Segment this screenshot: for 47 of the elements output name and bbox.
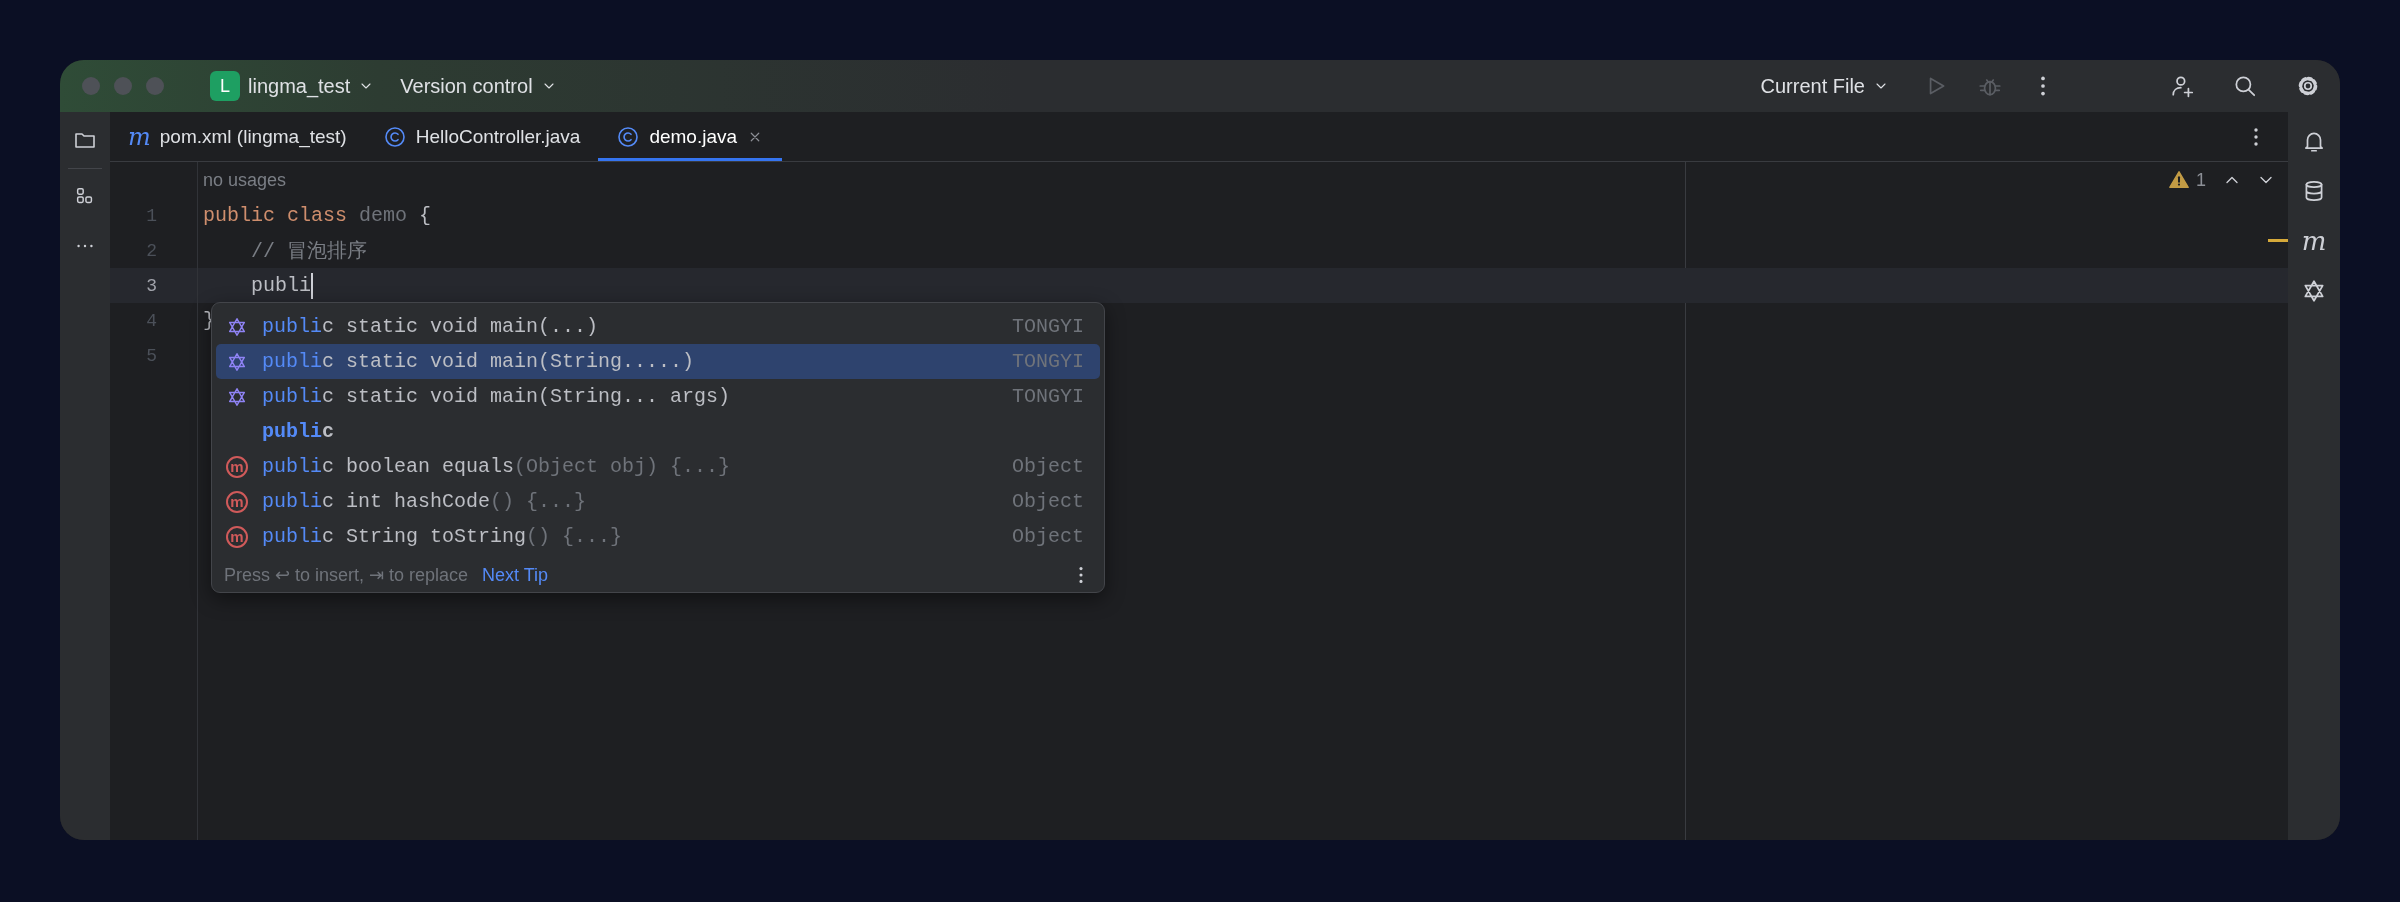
letter-label[interactable]: m (2301, 228, 2327, 254)
project-widget[interactable]: L lingma_test (204, 67, 381, 105)
warning-icon[interactable] (2168, 169, 2190, 191)
warning-count[interactable]: 1 (2196, 169, 2206, 191)
completion-item[interactable]: public static void main(String.....) TONGYI (216, 344, 1100, 379)
letter-label: m (128, 124, 151, 149)
completion-text: public int hashCode() {...} (262, 490, 587, 513)
line-number: 3 (146, 275, 157, 296)
editor-tab[interactable]: HelloController.java (364, 112, 599, 161)
hexagram-icon (226, 350, 248, 373)
completion-item[interactable]: m public int hashCode() {...} Object (216, 484, 1100, 519)
completion-item[interactable]: m public boolean equals(Object obj) {...} Object (216, 449, 1100, 484)
completion-text: public (262, 420, 335, 443)
hexagram-icon (226, 315, 248, 338)
code-line: publi (250, 274, 312, 297)
completion-source: TONGYI (1012, 385, 1084, 408)
completion-text: public static void main(...) (262, 315, 599, 338)
code-line: public class demo { (202, 204, 432, 227)
completion-source: Object (1012, 455, 1084, 478)
completion-source: TONGYI (1012, 315, 1084, 338)
method-badge: m (226, 525, 248, 548)
hexagram-icon (226, 385, 248, 408)
method-badge: m (226, 455, 248, 478)
completion-source: Object (1012, 490, 1084, 513)
completion-hint: Press ↩ to insert, ⇥ to replace (224, 564, 469, 586)
method-badge: m (226, 490, 248, 513)
vcs-widget[interactable]: Version control (394, 70, 563, 102)
completion-text: public static void main(String... args) (262, 385, 731, 408)
class-icon (382, 124, 407, 149)
search-icon[interactable] (2232, 73, 2258, 99)
hexagram-icon[interactable] (2301, 278, 2327, 304)
code-line: // 冒泡排序 (250, 239, 367, 264)
completion-text: public static void main(String.....) (262, 350, 695, 373)
completion-item[interactable]: public (216, 414, 1100, 449)
completion-source: TONGYI (1012, 350, 1084, 373)
run-configuration-widget[interactable]: Current File (1754, 70, 1895, 102)
usage-hint: no usages (202, 169, 287, 191)
completion-source: Object (1012, 525, 1084, 548)
completion-item[interactable]: m public String toString() {...} Object (216, 519, 1100, 554)
project-badge: L (210, 71, 240, 101)
completion-text: public String toString() {...} (262, 525, 623, 548)
class-icon (616, 124, 641, 149)
next-tip-link[interactable]: Next Tip (482, 564, 549, 586)
completion-item[interactable]: public static void main(String... args) TONGYI (216, 379, 1100, 414)
completion-item[interactable]: public static void main(...) TONGYI (216, 309, 1100, 344)
completion-text: public boolean equals(Object obj) {...} (262, 455, 731, 478)
editor-tab[interactable]: m pom.xml (lingma_test) (110, 112, 365, 161)
